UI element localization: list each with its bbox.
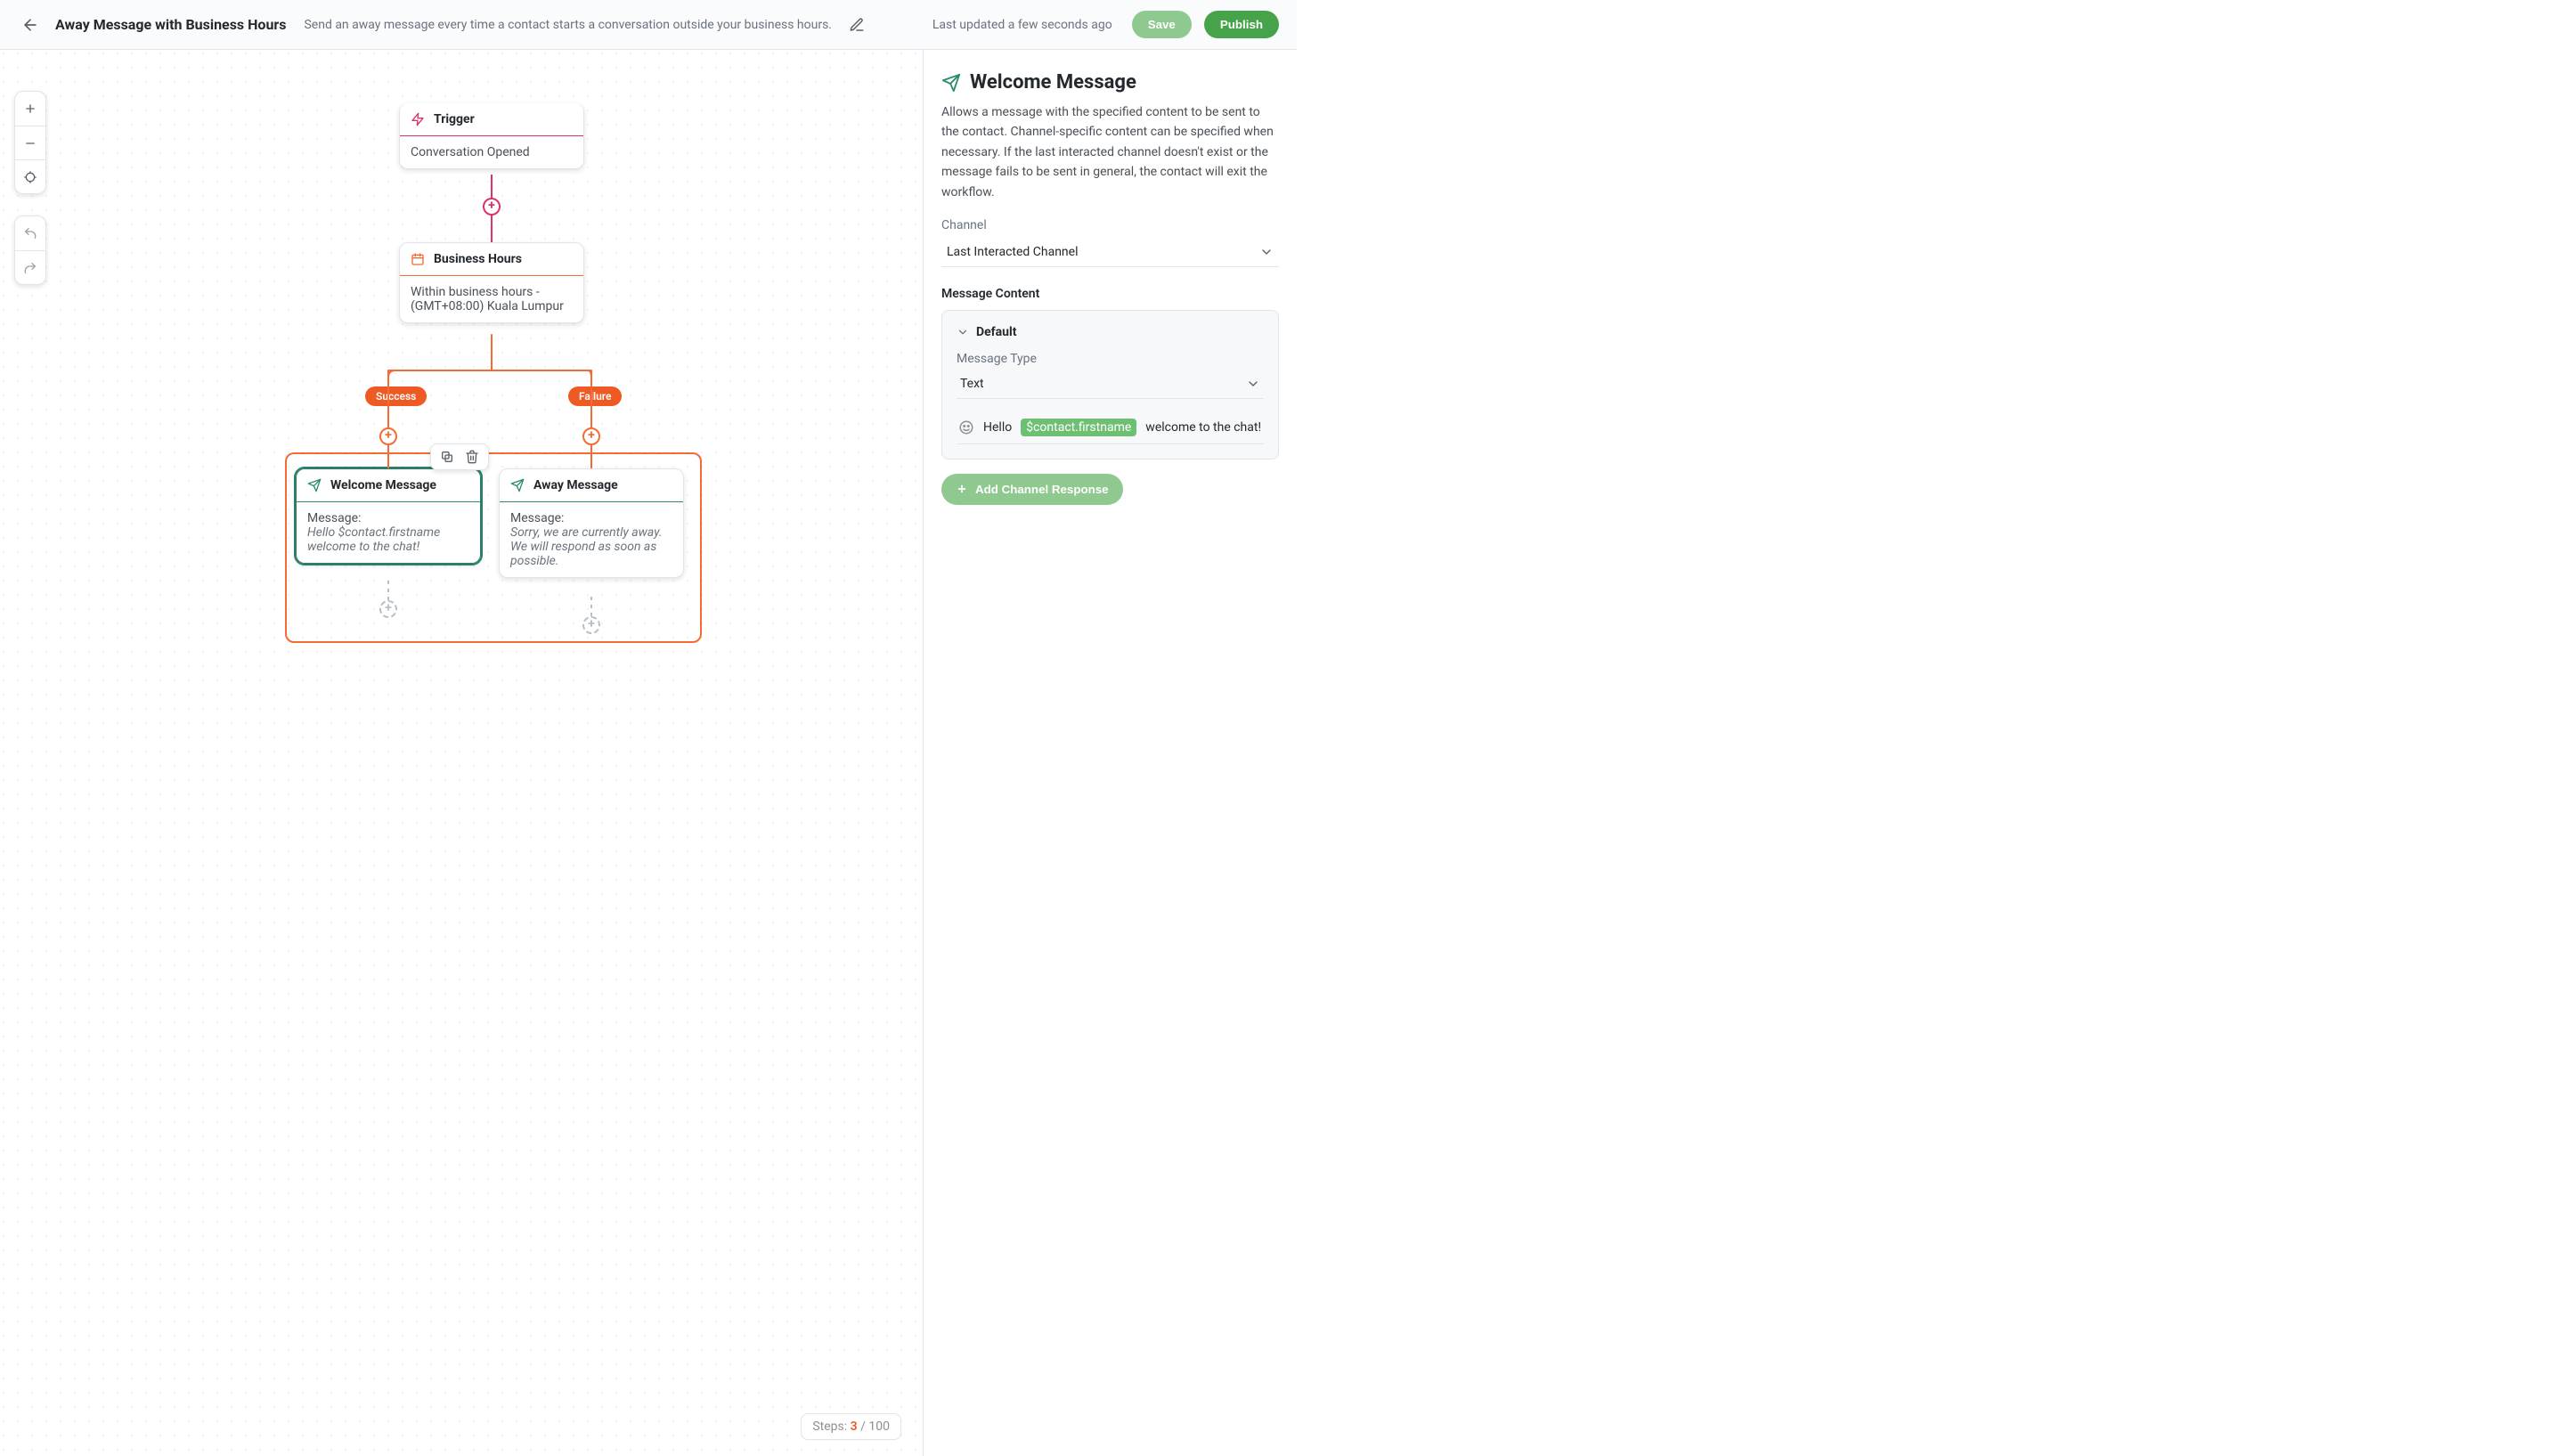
inspector-description: Allows a message with the specified cont… [941,102,1279,202]
message-content-label: Message Content [941,287,1279,301]
node-message-body: Hello $contact.firstname welcome to the … [307,525,469,554]
inspector-title: Welcome Message [970,71,1136,94]
arrow-left-icon [21,16,39,34]
emoji-icon[interactable] [958,419,974,435]
steps-label: Steps: [812,1419,847,1434]
message-content-card: Default Message Type Text Hello $contact… [941,310,1279,460]
add-step-failure-button[interactable]: + [582,427,600,445]
variable-chip[interactable]: $contact.firstname [1021,419,1136,436]
node-business-hours[interactable]: Business Hours Within business hours - (… [399,242,584,323]
default-label: Default [976,325,1016,339]
bolt-icon [411,112,425,126]
add-step-button[interactable]: + [483,198,501,216]
calendar-icon [411,252,425,266]
message-type-value: Text [960,377,984,391]
undo-button[interactable] [15,216,45,250]
trash-icon[interactable] [465,450,479,464]
msg-suffix: welcome to the chat! [1145,420,1261,435]
message-type-label: Message Type [957,352,1264,366]
plus-icon [956,483,968,495]
pencil-icon [849,17,865,33]
node-message-label: Message: [510,511,672,525]
history-toolbar [14,216,46,285]
workflow-subtitle: Send an away message every time a contac… [304,18,832,32]
send-icon [941,73,961,93]
steps-badge: Steps: 3 / 100 [801,1413,901,1440]
node-message-body: Sorry, we are currently away. We will re… [510,525,672,568]
message-text-input[interactable]: Hello $contact.firstname welcome to the … [957,411,1264,444]
default-toggle[interactable]: Default [957,325,1264,339]
node-message-label: Message: [307,511,469,525]
zoom-in-button[interactable] [15,92,45,126]
add-channel-response-button[interactable]: Add Channel Response [941,474,1123,505]
workflow-title: Away Message with Business Hours [55,16,286,33]
steps-current: 3 [851,1419,858,1434]
zoom-out-button[interactable] [15,126,45,159]
save-button[interactable]: Save [1132,11,1192,38]
branch-failure-pill: Failure [568,386,622,406]
redo-icon [23,261,37,275]
steps-max: 100 [868,1419,890,1434]
inspector-title-row: Welcome Message [941,71,1279,94]
chevron-down-icon [1246,377,1260,391]
redo-button[interactable] [15,250,45,284]
node-title: Welcome Message [330,478,436,492]
rename-button[interactable] [844,12,869,37]
send-icon [510,478,525,492]
channel-value: Last Interacted Channel [947,245,1079,259]
msg-prefix: Hello [983,420,1012,435]
steps-sep: / [860,1419,866,1434]
add-step-success-button[interactable]: + [379,427,397,445]
add-step-end-failure-button[interactable]: + [582,616,600,634]
node-title: Trigger [434,112,475,126]
node-mini-toolbar [430,443,489,470]
recenter-button[interactable] [15,159,45,193]
chevron-down-icon [1259,245,1274,259]
inspector-panel: Welcome Message Allows a message with th… [923,50,1297,1456]
node-body: Within business hours - (GMT+08:00) Kual… [400,276,583,322]
send-icon [307,478,322,492]
crosshair-icon [23,170,37,184]
channel-label: Channel [941,218,1279,232]
topbar: Away Message with Business Hours Send an… [0,0,1297,50]
message-type-select[interactable]: Text [957,370,1264,399]
channel-select[interactable]: Last Interacted Channel [941,238,1279,267]
layout: Trigger Conversation Opened + Business H… [0,50,1297,1456]
last-updated-status: Last updated a few seconds ago [932,18,1112,32]
node-title: Business Hours [434,252,522,266]
chevron-down-icon [957,326,969,338]
canvas-wrap: Trigger Conversation Opened + Business H… [0,50,923,1456]
minus-icon [23,136,37,150]
zoom-toolbar [14,91,46,194]
undo-icon [23,226,37,240]
node-body: Conversation Opened [400,136,583,168]
add-channel-response-label: Add Channel Response [975,483,1109,496]
node-away-message[interactable]: Away Message Message: Sorry, we are curr… [499,468,684,578]
plus-icon [23,102,37,116]
publish-button[interactable]: Publish [1204,11,1279,38]
back-button[interactable] [18,12,43,37]
node-title: Away Message [533,478,618,492]
duplicate-icon[interactable] [440,450,454,464]
node-welcome-message[interactable]: Welcome Message Message: Hello $contact.… [296,468,481,564]
node-trigger[interactable]: Trigger Conversation Opened [399,103,584,169]
branch-success-pill: Success [365,386,427,406]
add-step-end-success-button[interactable]: + [379,600,397,618]
